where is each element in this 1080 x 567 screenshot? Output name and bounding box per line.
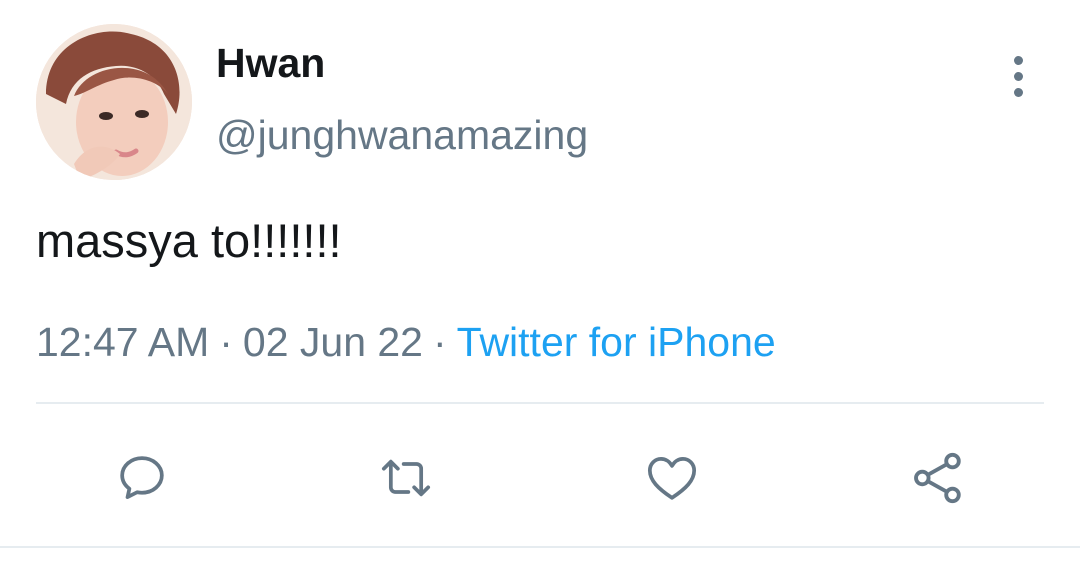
more-options-button[interactable] — [996, 52, 1040, 100]
retweet-icon — [381, 459, 431, 497]
tweet-text: massya to!!!!!!! — [36, 214, 342, 267]
reply-icon — [120, 456, 164, 499]
avatar-photo — [36, 24, 192, 180]
divider — [0, 546, 1080, 548]
tweet-detail: Hwan @junghwanamazing massya to!!!!!!! 1… — [0, 0, 1080, 567]
more-vertical-icon — [1013, 55, 1023, 65]
share-icon — [914, 452, 961, 504]
more-vertical-icon-dot — [1013, 87, 1023, 97]
meta-separator: · — [433, 319, 447, 365]
more-vertical-icon-dot — [1013, 71, 1023, 81]
retweet-button[interactable] — [368, 440, 444, 516]
action-bar — [0, 440, 1080, 516]
share-button[interactable] — [900, 440, 976, 516]
divider — [36, 402, 1044, 404]
user-handle[interactable]: @junghwanamazing — [216, 110, 588, 160]
reply-button[interactable] — [104, 440, 180, 516]
meta-separator: · — [219, 319, 233, 365]
like-icon — [647, 457, 697, 500]
tweet-meta: 12:47 AM · 02 Jun 22 · Twitter for iPhone — [36, 316, 776, 368]
tweet-time[interactable]: 12:47 AM — [36, 319, 209, 365]
display-name[interactable]: Hwan — [216, 38, 325, 88]
tweet-date[interactable]: 02 Jun 22 — [243, 319, 423, 365]
like-button[interactable] — [634, 440, 710, 516]
tweet-source-link[interactable]: Twitter for iPhone — [457, 319, 776, 365]
avatar[interactable] — [36, 24, 192, 180]
